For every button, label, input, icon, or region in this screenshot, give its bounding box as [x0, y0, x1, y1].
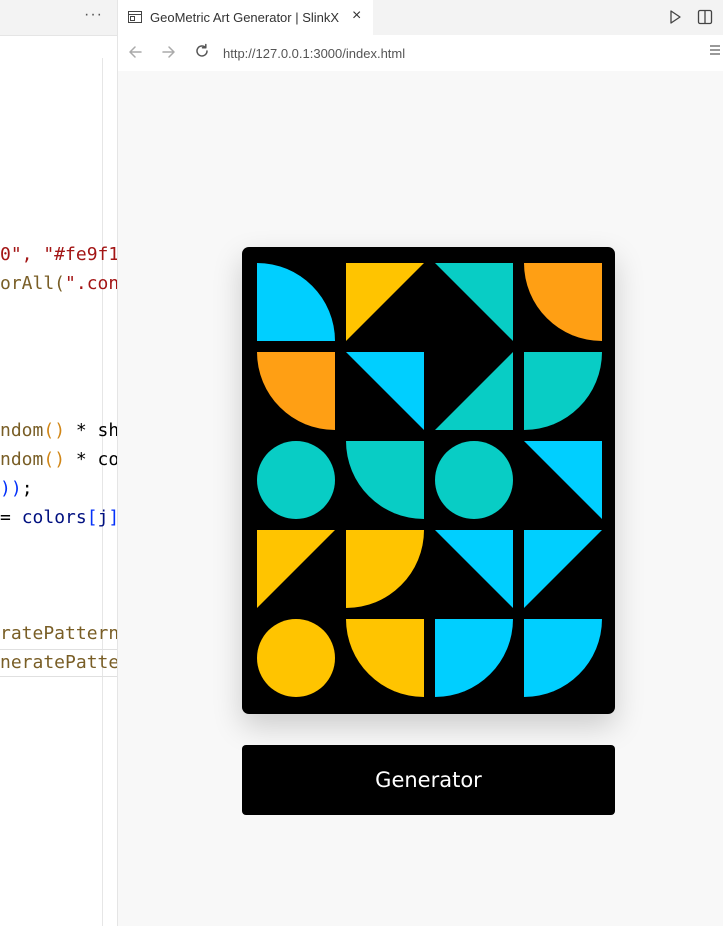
pattern-shape-quarter-tr: [524, 352, 602, 430]
tab-actions: [667, 9, 713, 25]
pattern-shape-tri-tl: [257, 530, 335, 608]
menu-icon[interactable]: [709, 44, 721, 56]
code-token: [: [86, 507, 98, 528]
code-token: ratePattern: [0, 623, 118, 644]
browser-tab-title: GeoMetric Art Generator | SlinkX: [150, 10, 340, 25]
pattern-shape-tri-tl: [524, 530, 602, 608]
code-token: * sh: [65, 420, 118, 441]
code-token: ;: [21, 478, 33, 499]
pattern-shape-quarter-tl: [257, 263, 335, 341]
run-icon[interactable]: [667, 9, 683, 25]
pattern-shape-quarter-bl: [257, 352, 335, 430]
art-canvas: [242, 247, 615, 714]
pattern-shape-quarter-br: [435, 619, 513, 697]
url-field[interactable]: http://127.0.0.1:3000/index.html: [223, 46, 405, 61]
pattern-shape-tri-tr: [524, 441, 602, 519]
code-line: ndom() * sh: [0, 418, 118, 444]
code-token: (): [43, 420, 66, 441]
pattern-shape-quarter-br: [346, 619, 424, 697]
more-actions-button[interactable]: ···: [84, 6, 103, 24]
code-token: ndom: [0, 420, 44, 441]
code-line: 0", "#fe9f1: [0, 242, 118, 268]
pattern-shape-quarter-br: [346, 441, 424, 519]
code-token: 0", "#fe9f1: [0, 244, 118, 265]
generator-button[interactable]: Generator: [242, 745, 615, 815]
code-token: ]: [108, 507, 117, 528]
reload-icon[interactable]: [193, 42, 211, 60]
code-token: =: [0, 507, 22, 528]
pattern-shape-tri-br: [435, 352, 513, 430]
code-line: neratePatte: [0, 650, 118, 676]
pattern-shape-circle: [435, 441, 513, 519]
code-line: ndom() * co: [0, 447, 118, 473]
browser-tab[interactable]: GeoMetric Art Generator | SlinkX ×: [118, 0, 373, 35]
code-token: orAll(: [0, 273, 66, 294]
code-line: ratePattern: [0, 621, 118, 647]
close-tab-icon[interactable]: ×: [352, 7, 361, 25]
pattern-shape-tri-tr: [435, 263, 513, 341]
code-token: )): [0, 478, 22, 499]
back-arrow-icon[interactable]: [126, 43, 144, 61]
code-token: ndom: [0, 449, 44, 470]
browser-preview: GeoMetric Art Generator | SlinkX × http:…: [118, 0, 723, 926]
address-bar: http://127.0.0.1:3000/index.html: [118, 35, 723, 71]
code-token: neratePatte: [0, 652, 118, 673]
browser-tab-icon: [128, 11, 142, 23]
code-line: ));: [0, 476, 33, 502]
pattern-shape-circle: [257, 619, 335, 697]
code-token: ".con: [65, 273, 118, 294]
editor-tab-bar: ···: [0, 0, 117, 36]
pattern-shape-quarter-tr: [524, 263, 602, 341]
code-line: orAll(".con: [0, 271, 118, 297]
forward-arrow-icon[interactable]: [160, 43, 178, 61]
code-line: = colors[j]: [0, 505, 117, 531]
browser-tab-bar: GeoMetric Art Generator | SlinkX ×: [118, 0, 723, 35]
editor-indent-guide: [102, 58, 103, 926]
pattern-shape-tri-tr: [346, 352, 424, 430]
pattern-shape-tri-tl: [346, 263, 424, 341]
pattern-shape-circle: [257, 441, 335, 519]
split-editor-icon[interactable]: [697, 9, 713, 25]
pattern-shape-quarter-br: [524, 619, 602, 697]
code-token: j: [97, 507, 109, 528]
pattern-grid: [257, 263, 602, 697]
code-editor-pane: ··· 0", "#fe9f1 orAll(".con ndom() * sh ndo…: [0, 0, 118, 926]
code-token: colors: [21, 507, 87, 528]
pattern-shape-quarter-tr: [346, 530, 424, 608]
pattern-shape-tri-tr: [435, 530, 513, 608]
code-token: (): [43, 449, 66, 470]
code-token: * co: [65, 449, 118, 470]
